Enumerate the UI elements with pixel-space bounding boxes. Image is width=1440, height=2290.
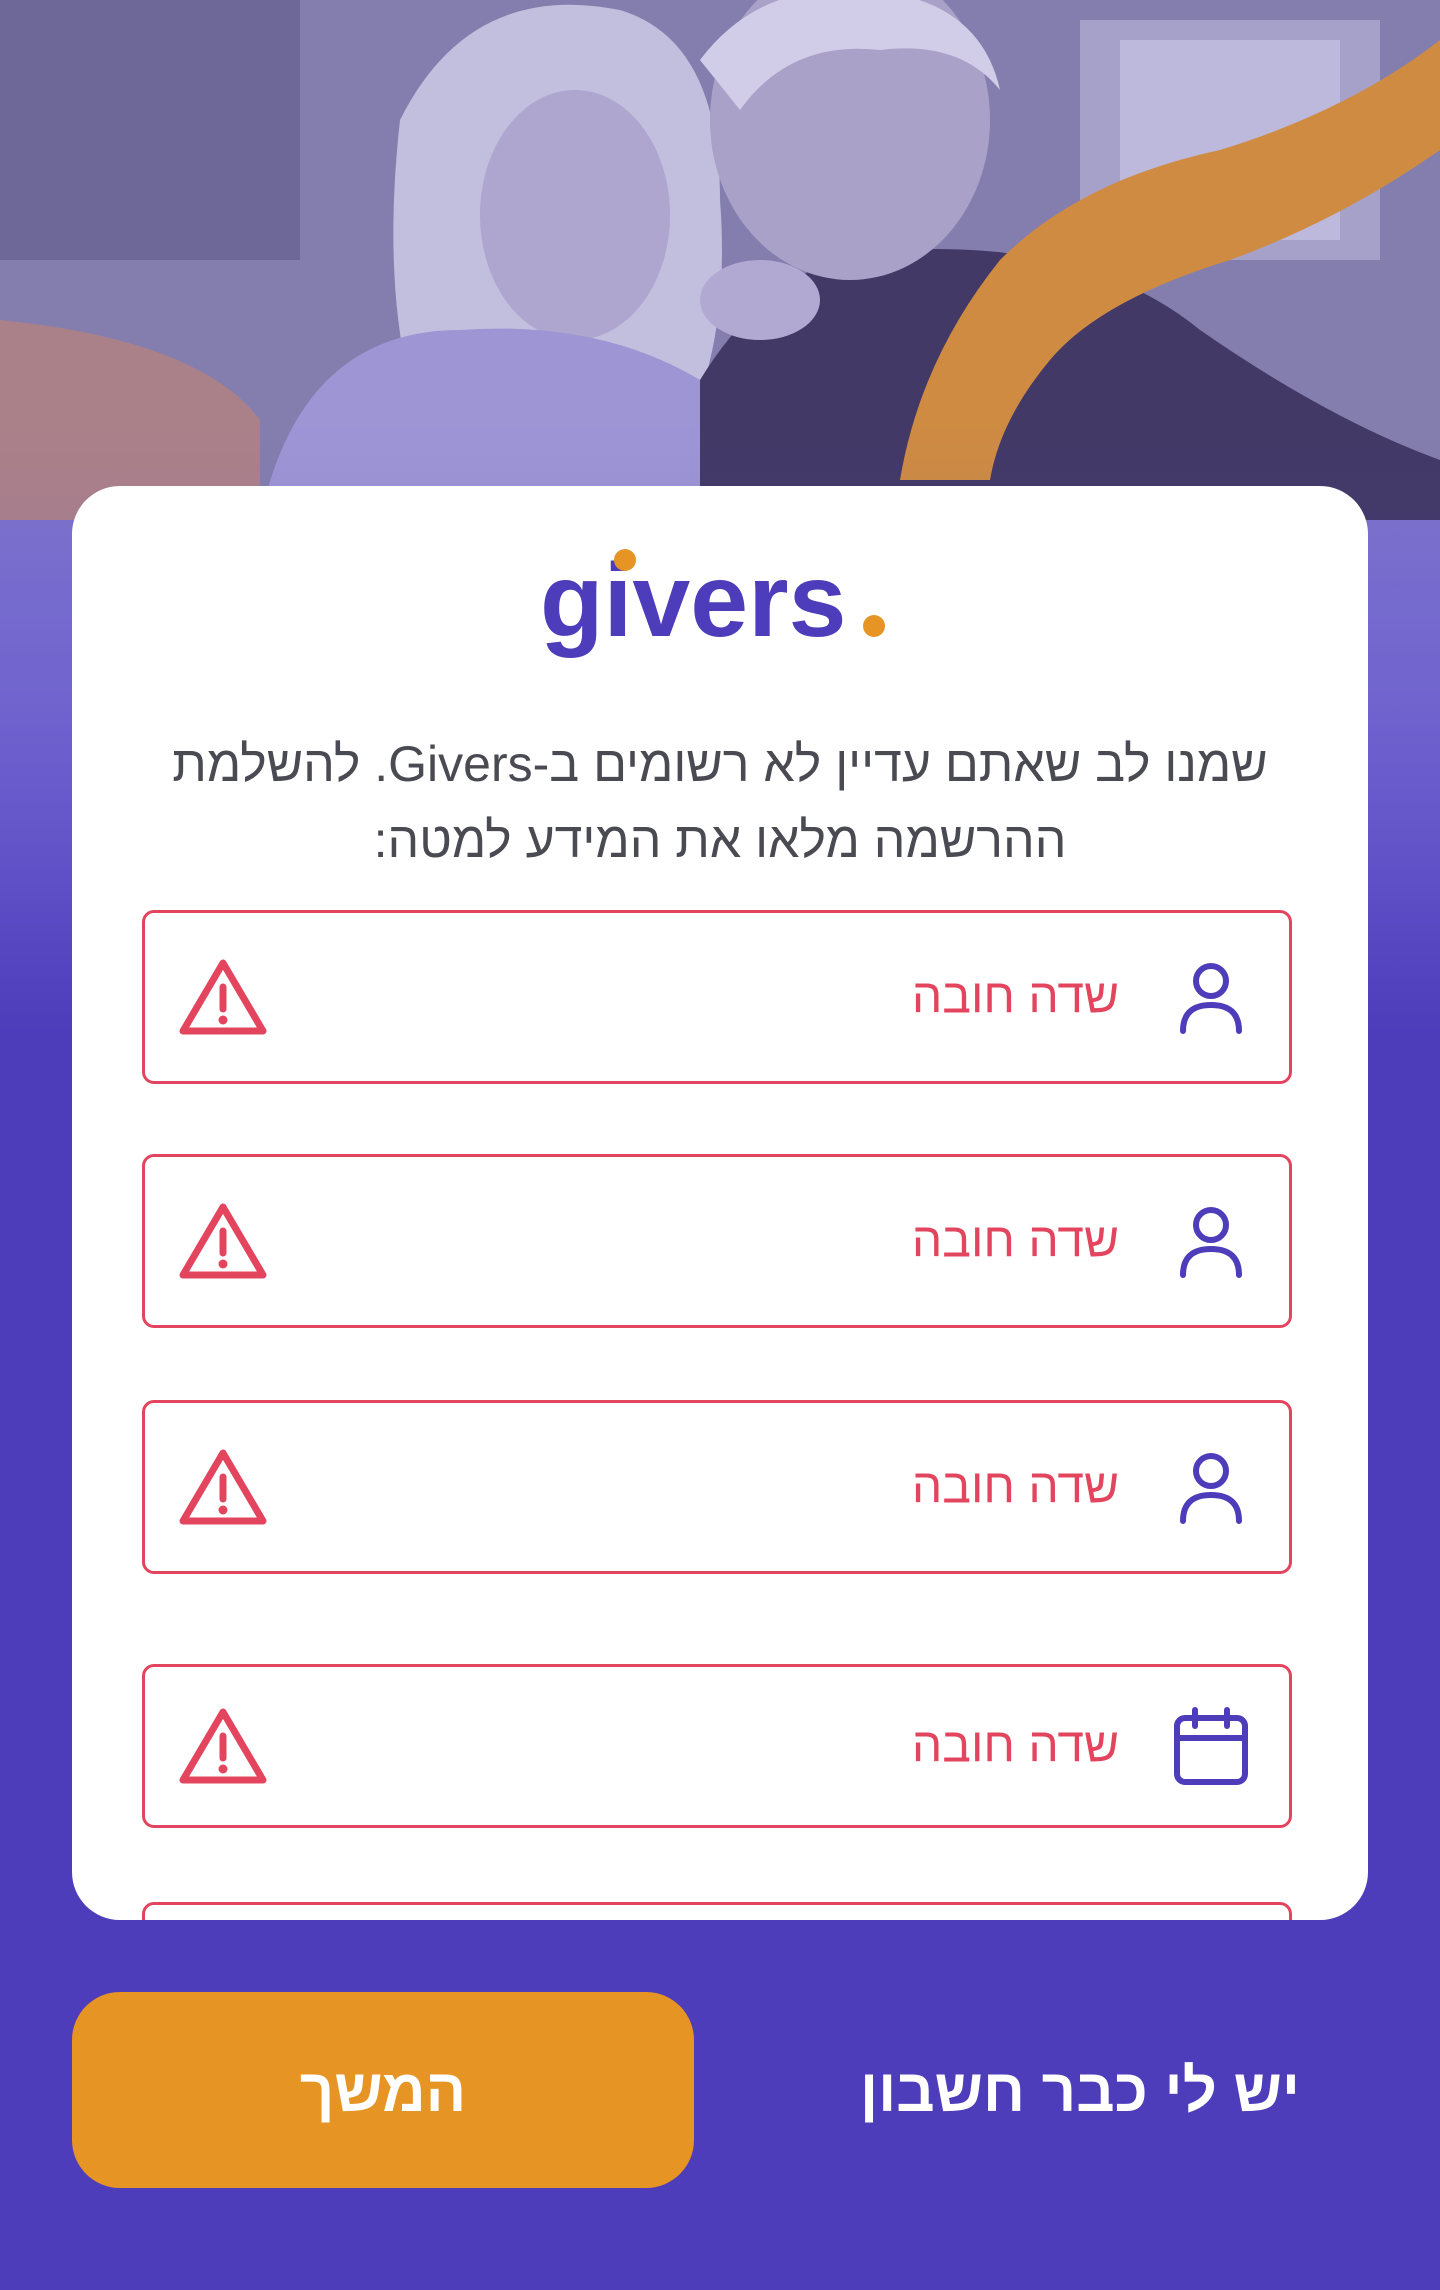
field-error-text: שדה חובה xyxy=(911,1719,1119,1773)
last-name-field[interactable]: שדה חובה xyxy=(142,1154,1292,1328)
warning-icon xyxy=(179,1203,267,1279)
registration-card: givers שמנו לב שאתם עדיין לא רשומים ב-Gi… xyxy=(72,486,1368,1920)
birth-date-field[interactable]: שדה חובה xyxy=(142,1664,1292,1828)
person-icon xyxy=(1180,963,1242,1034)
warning-icon xyxy=(179,959,267,1035)
calendar-icon xyxy=(1174,1707,1248,1785)
intro-message: שמנו לב שאתם עדיין לא רשומים ב-Givers. ל… xyxy=(172,736,1268,868)
person-icon xyxy=(1180,1453,1242,1524)
field-error-text: שדה חובה xyxy=(911,1214,1119,1268)
have-account-link[interactable]: יש לי כבר חשבון xyxy=(780,2040,1380,2140)
givers-logo-mark: givers xyxy=(540,543,885,659)
person-icon xyxy=(1180,1207,1242,1278)
field-error-text: שדה חובה xyxy=(911,1460,1119,1514)
name-field-3[interactable]: שדה חובה xyxy=(142,1400,1292,1574)
continue-button[interactable]: המשך xyxy=(72,1992,694,2188)
warning-icon xyxy=(179,1449,267,1525)
warning-icon xyxy=(179,1708,267,1784)
givers-logo: givers xyxy=(72,538,1368,678)
field-error-text: שדה חובה xyxy=(911,970,1119,1024)
svg-text:givers: givers xyxy=(540,543,846,659)
first-name-field[interactable]: שדה חובה xyxy=(142,910,1292,1084)
next-field-partial[interactable] xyxy=(142,1902,1292,1920)
